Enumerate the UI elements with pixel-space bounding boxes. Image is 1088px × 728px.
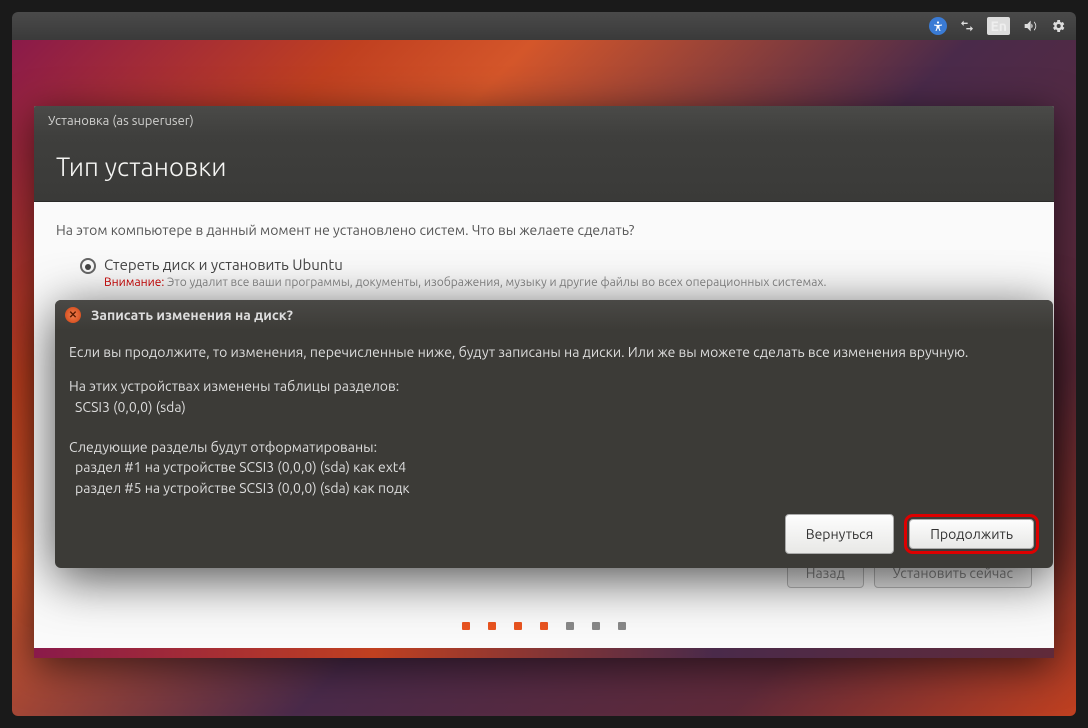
continue-highlight: Продолжить [904, 514, 1039, 554]
progress-dots [462, 622, 626, 630]
dialog-titlebar: ✕ Записать изменения на диск? [55, 300, 1053, 330]
dot [540, 622, 548, 630]
dot [462, 622, 470, 630]
dot [514, 622, 522, 630]
fmt-line: раздел #5 на устройстве SCSI3 (0,0,0) (s… [69, 478, 1039, 498]
dialog-title: Записать изменения на диск? [91, 307, 293, 323]
installer-heading: Тип установки [34, 136, 1054, 202]
dot [566, 622, 574, 630]
pt-device: SCSI3 (0,0,0) (sda) [69, 397, 1039, 417]
volume-icon[interactable] [1022, 18, 1038, 34]
fmt-line: раздел #1 на устройстве SCSI3 (0,0,0) (s… [69, 457, 1039, 477]
format-section: Следующие разделы будут отформатированы:… [69, 437, 1039, 498]
installer-question: На этом компьютере в данный момент не ус… [56, 222, 1032, 238]
settings-gear-icon[interactable] [1050, 18, 1066, 34]
language-indicator[interactable]: En [987, 17, 1010, 35]
option-erase-disk[interactable]: Стереть диск и установить Ubuntu Внимани… [56, 256, 1032, 289]
warning-label: Внимание: [104, 276, 164, 289]
dialog-footer: Вернуться Продолжить [55, 514, 1053, 568]
accessibility-icon[interactable] [929, 17, 947, 35]
close-icon[interactable]: ✕ [65, 307, 81, 323]
dot [618, 622, 626, 630]
pt-label: На этих устройствах изменены таблицы раз… [69, 376, 1039, 396]
partition-tables-section: На этих устройствах изменены таблицы раз… [69, 376, 1039, 417]
dot [592, 622, 600, 630]
dot [488, 622, 496, 630]
decorative-strip [34, 648, 1054, 658]
fmt-label: Следующие разделы будут отформатированы: [69, 437, 1039, 457]
confirm-write-dialog: ✕ Записать изменения на диск? Если вы пр… [55, 300, 1053, 568]
option-label: Стереть диск и установить Ubuntu [104, 256, 826, 273]
window-title: Установка (as superuser) [48, 114, 194, 128]
dialog-intro: Если вы продолжите, то изменения, перечи… [69, 342, 1039, 362]
dialog-body: Если вы продолжите, то изменения, перечи… [55, 330, 1053, 514]
continue-button[interactable]: Продолжить [909, 519, 1034, 549]
return-button[interactable]: Вернуться [785, 514, 895, 554]
radio-icon [80, 258, 96, 274]
installer-content: На этом компьютере в данный момент не ус… [34, 202, 1054, 309]
top-panel: En [12, 12, 1076, 40]
screen-frame: En Установка (as superuser) Тип установк… [12, 12, 1076, 716]
warning-text: Это удалит все ваши программы, документы… [164, 276, 826, 289]
network-icon[interactable] [959, 18, 975, 34]
window-titlebar: Установка (as superuser) [34, 106, 1054, 136]
